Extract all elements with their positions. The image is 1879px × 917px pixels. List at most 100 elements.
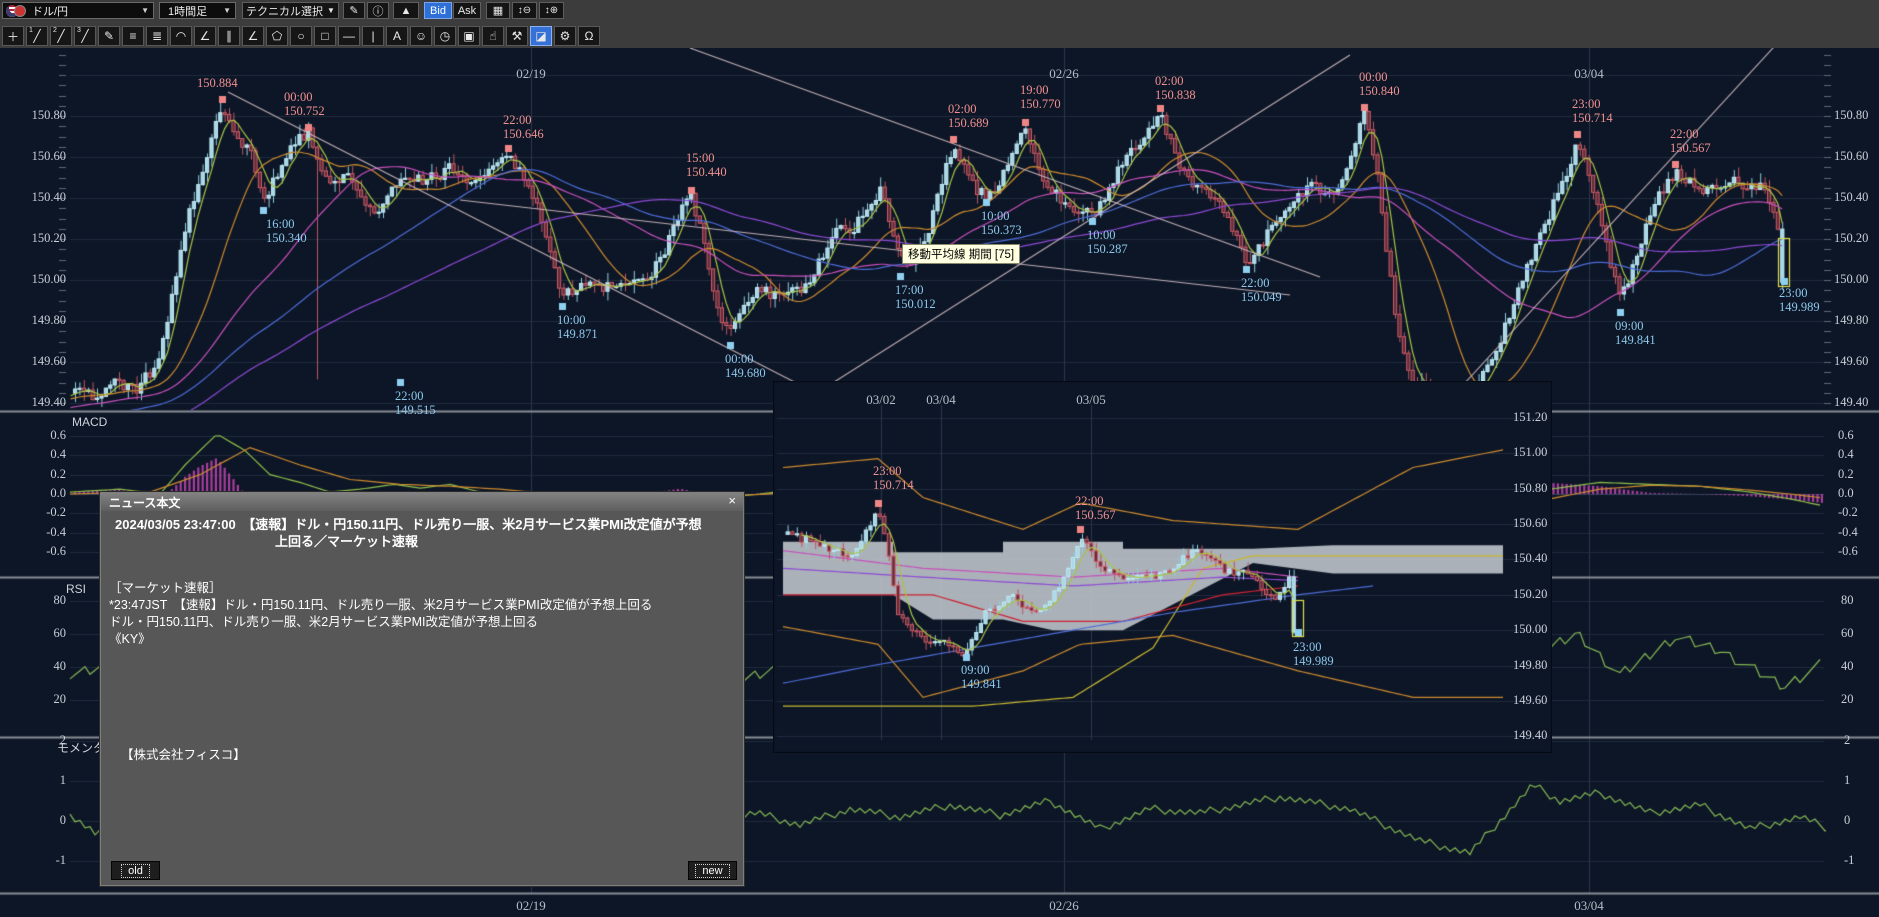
inset-date-label: 03/02: [866, 392, 896, 407]
price-annotation: 22:00 150.646: [503, 113, 544, 141]
price-annotation: 00:00 150.752: [284, 90, 325, 118]
price-annotation: 22:00 150.567: [1075, 494, 1116, 522]
momentum-tick: -1: [55, 853, 66, 867]
price-annotation: 09:00 149.841: [1615, 319, 1656, 347]
price-annotation: 00:00 150.840: [1359, 70, 1400, 98]
inset-price-tick: 151.20: [1513, 410, 1548, 424]
news-body-line: ［マーケット速報］: [109, 581, 222, 595]
price-annotation: 16:00 150.340: [266, 217, 307, 245]
inset-date-label: 03/04: [926, 392, 956, 407]
macd-tick: -0.2: [1838, 505, 1858, 520]
price-annotation: 19:00 150.770: [1020, 83, 1061, 111]
indicator-tooltip: 移動平均線 期間 [75]: [902, 244, 1021, 264]
price-annotation: 22:00 150.567: [1670, 127, 1711, 155]
news-window[interactable]: ニュース本文 × 2024/03/05 23:47:00 【速報】ドル・円150…: [99, 491, 745, 887]
rsi-tick: 20: [53, 692, 67, 706]
news-window-title: ニュース本文: [109, 495, 181, 510]
news-window-titlebar[interactable]: ニュース本文: [101, 493, 743, 511]
rsi-tick: 80: [53, 593, 67, 607]
inset-price-tick: 149.60: [1513, 692, 1548, 707]
inset-price-tick: 150.40: [1513, 551, 1548, 566]
macd-tick: 0.4: [1838, 447, 1854, 462]
price-tick: 149.40: [1834, 395, 1869, 409]
price-tick: 150.00: [1834, 272, 1869, 286]
date-label: 02/19: [516, 898, 546, 913]
news-body-line: ドル・円150.11円、ドル売り一服、米2月サービス業PMI改定値が予想上回る: [109, 615, 538, 629]
macd-tick: -0.4: [1838, 524, 1858, 539]
momentum-tick: 2: [1844, 733, 1851, 747]
news-headline-line2: 上回る／マーケット速報: [275, 534, 419, 549]
price-annotation: 23:00 149.989: [1779, 286, 1820, 314]
inset-price-tick: 150.00: [1513, 622, 1548, 637]
inset-chart-canvas[interactable]: [773, 381, 1552, 753]
chart-area[interactable]: 150.80 150.80 150.60 150.60 150.40 150.40 150.…: [0, 0, 1879, 917]
rsi-tick: 60: [1841, 626, 1854, 640]
date-label: 02/26: [1049, 66, 1079, 81]
price-tick: 149.80: [1834, 313, 1869, 327]
price-annotation: 17:00 150.012: [895, 283, 936, 311]
macd-tick: 0.4: [50, 447, 66, 462]
price-annotation: 23:00 149.989: [1293, 640, 1334, 668]
macd-tick: 0.0: [1838, 485, 1854, 500]
macd-tick: -0.2: [46, 505, 66, 520]
date-label: 02/26: [1049, 898, 1079, 913]
date-label: 03/04: [1574, 898, 1604, 913]
macd-tick: 0.2: [50, 466, 66, 481]
momentum-tick: 0: [1844, 813, 1851, 827]
new-news-label: new: [695, 863, 730, 878]
price-annotation: 23:00 150.714: [873, 464, 914, 492]
price-tick: 149.40: [31, 395, 66, 409]
tooltip-text: 移動平均線 期間 [75]: [908, 249, 1015, 261]
price-tick: 150.60: [31, 149, 66, 163]
close-icon[interactable]: ×: [728, 493, 736, 508]
old-news-label: old: [121, 863, 150, 878]
price-tick: 149.60: [31, 354, 66, 368]
price-annotation: 10:00 150.373: [981, 209, 1022, 237]
momentum-tick: 0: [59, 813, 66, 827]
momentum-tick: -1: [1844, 853, 1855, 867]
macd-tick: 0.6: [50, 428, 66, 442]
price-annotation: 150.884: [197, 76, 238, 90]
price-tick: 150.60: [1834, 149, 1869, 163]
inset-price-tick: 150.80: [1513, 480, 1548, 495]
inset-date-label: 03/05: [1076, 392, 1106, 407]
news-body-line: 《KY》: [109, 632, 151, 646]
news-headline-line1: 2024/03/05 23:47:00 【速報】ドル・円150.11円、ドル売り…: [115, 517, 702, 532]
price-annotation: 02:00 150.838: [1155, 74, 1196, 102]
rsi-tick: 40: [53, 659, 67, 673]
macd-tick: 0.6: [1838, 428, 1854, 442]
price-tick: 149.80: [31, 313, 66, 327]
inset-price-tick: 149.80: [1513, 657, 1548, 672]
momentum-tick: 1: [59, 773, 66, 787]
old-news-button[interactable]: old: [111, 861, 160, 880]
price-tick: 150.20: [31, 231, 66, 245]
news-headline: 2024/03/05 23:47:00 【速報】ドル・円150.11円、ドル売り…: [115, 516, 731, 550]
rsi-tick: 20: [1841, 692, 1854, 706]
macd-tick: -0.4: [46, 524, 66, 539]
price-annotation: 09:00 149.841: [961, 663, 1002, 691]
price-tick: 150.40: [1834, 190, 1869, 204]
price-annotation: 00:00 149.680: [725, 352, 766, 380]
price-tick: 150.20: [1834, 231, 1869, 245]
news-body: ［マーケット速報］ *23:47JST 【速報】ドル・円150.11円、ドル売り一…: [109, 580, 737, 648]
date-label: 02/19: [516, 66, 546, 81]
new-news-button[interactable]: new: [688, 861, 737, 880]
inset-price-tick: 150.20: [1513, 586, 1548, 601]
price-annotation: 10:00 150.287: [1087, 228, 1128, 256]
price-annotation: 02:00 150.689: [948, 102, 989, 130]
macd-tick: 0.2: [1838, 466, 1854, 481]
rsi-tick: 80: [1841, 593, 1854, 607]
price-annotation: 15:00 150.440: [686, 151, 727, 179]
inset-price-tick: 150.60: [1513, 516, 1548, 531]
inset-price-tick: 151.00: [1513, 445, 1548, 460]
inset-chart[interactable]: 03/02 03/04 03/05 151.20 151.00 150.80 150.60 1…: [773, 381, 1552, 753]
macd-tick: 0.0: [50, 485, 66, 500]
rsi-tick: 40: [1841, 659, 1854, 673]
rsi-panel-label: RSI: [66, 582, 87, 596]
rsi-tick: 60: [53, 626, 67, 640]
fx-trading-app: { "toolbar": { "pair": "ドル/円", "timefram…: [0, 0, 1879, 917]
news-body-line: *23:47JST 【速報】ドル・円150.11円、ドル売り一服、米2月サービス…: [109, 598, 653, 612]
macd-panel-label: MACD: [72, 415, 108, 429]
momentum-tick: 1: [1844, 773, 1851, 787]
price-annotation: 23:00 150.714: [1572, 97, 1613, 125]
